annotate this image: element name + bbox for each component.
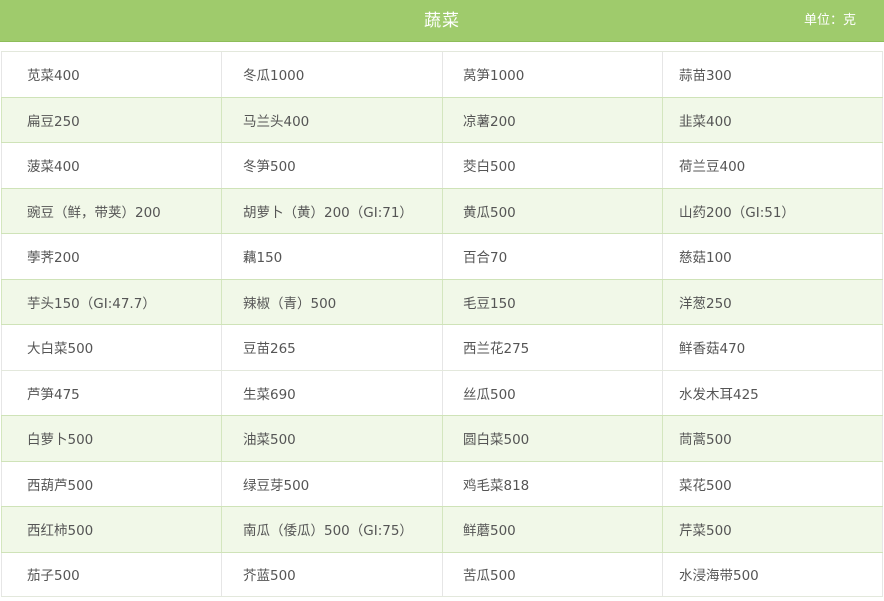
table-cell: 荷兰豆400 [662, 143, 883, 188]
table-row: 芦笋475 生菜690 丝瓜500 水发木耳425 [1, 369, 883, 415]
table-cell: 芋头150（GI:47.7） [1, 279, 221, 324]
table-cell: 马兰头400 [221, 97, 442, 142]
table-row: 大白菜500 豆苗265 西兰花275 鲜香菇470 [1, 324, 883, 370]
table-cell: 西兰花275 [442, 325, 662, 370]
table-cell: 辣椒（青）500 [221, 279, 442, 324]
table-cell: 鸡毛菜818 [442, 461, 662, 506]
table-cell: 鲜蘑500 [442, 507, 662, 552]
table-row: 豌豆（鲜，带荚）200 胡萝卜（黄）200（GI:71） 黄瓜500 山药200（GI… [1, 187, 883, 233]
table-cell: 豌豆（鲜，带荚）200 [1, 188, 221, 233]
table-cell: 苋菜400 [1, 52, 221, 97]
table-row: 苋菜400 冬瓜1000 莴笋1000 蒜苗300 [1, 51, 883, 97]
table-row: 菠菜400 冬笋500 茭白500 荷兰豆400 [1, 142, 883, 188]
table-cell: 水发木耳425 [662, 370, 883, 415]
table-cell: 芥蓝500 [221, 552, 442, 596]
table-cell: 荸荠200 [1, 234, 221, 279]
table-cell: 油菜500 [221, 416, 442, 461]
table-cell: 慈菇100 [662, 234, 883, 279]
vegetable-table: 苋菜400 冬瓜1000 莴笋1000 蒜苗300 扁豆250 马兰头400 凉薯200 韭菜… [1, 51, 883, 597]
table-cell: 莴笋1000 [442, 52, 662, 97]
table-cell: 洋葱250 [662, 279, 883, 324]
page-title: 蔬菜 [424, 11, 460, 31]
table-row: 荸荠200 藕150 百合70 慈菇100 [1, 233, 883, 279]
table-cell: 南瓜（倭瓜）500（GI:75） [221, 507, 442, 552]
table-cell: 冬笋500 [221, 143, 442, 188]
table-cell: 蒜苗300 [662, 52, 883, 97]
table-row: 茄子500 芥蓝500 苦瓜500 水浸海带500 [1, 551, 883, 597]
table-cell: 西葫芦500 [1, 461, 221, 506]
table-cell: 胡萝卜（黄）200（GI:71） [221, 188, 442, 233]
table-cell: 芦笋475 [1, 370, 221, 415]
table-cell: 大白菜500 [1, 325, 221, 370]
table-cell: 冬瓜1000 [221, 52, 442, 97]
table-cell: 黄瓜500 [442, 188, 662, 233]
table-row: 芋头150（GI:47.7） 辣椒（青）500 毛豆150 洋葱250 [1, 278, 883, 324]
table-cell: 鲜香菇470 [662, 325, 883, 370]
table-cell: 凉薯200 [442, 97, 662, 142]
table-cell: 白萝卜500 [1, 416, 221, 461]
table-cell: 扁豆250 [1, 97, 221, 142]
table-cell: 水浸海带500 [662, 552, 883, 596]
table-row: 西红柿500 南瓜（倭瓜）500（GI:75） 鲜蘑500 芹菜500 [1, 506, 883, 552]
table-cell: 生菜690 [221, 370, 442, 415]
table-cell: 苦瓜500 [442, 552, 662, 596]
table-cell: 茄子500 [1, 552, 221, 596]
unit-label: 单位：克 [803, 13, 856, 28]
table-cell: 茭白500 [442, 143, 662, 188]
table-cell: 丝瓜500 [442, 370, 662, 415]
table-cell: 菜花500 [662, 461, 883, 506]
table-cell: 毛豆150 [442, 279, 662, 324]
table-cell: 绿豆芽500 [221, 461, 442, 506]
table-row: 西葫芦500 绿豆芽500 鸡毛菜818 菜花500 [1, 460, 883, 506]
table-cell: 韭菜400 [662, 97, 883, 142]
table-row: 白萝卜500 油菜500 圆白菜500 茼蒿500 [1, 415, 883, 461]
table-cell: 藕150 [221, 234, 442, 279]
table-row: 扁豆250 马兰头400 凉薯200 韭菜400 [1, 96, 883, 142]
table-cell: 山药200（GI:51） [662, 188, 883, 233]
table-cell: 百合70 [442, 234, 662, 279]
table-cell: 豆苗265 [221, 325, 442, 370]
table-cell: 茼蒿500 [662, 416, 883, 461]
table-cell: 西红柿500 [1, 507, 221, 552]
table-cell: 圆白菜500 [442, 416, 662, 461]
table-header-bar: 蔬菜 单位：克 [0, 0, 884, 42]
table-cell: 菠菜400 [1, 143, 221, 188]
table-cell: 芹菜500 [662, 507, 883, 552]
